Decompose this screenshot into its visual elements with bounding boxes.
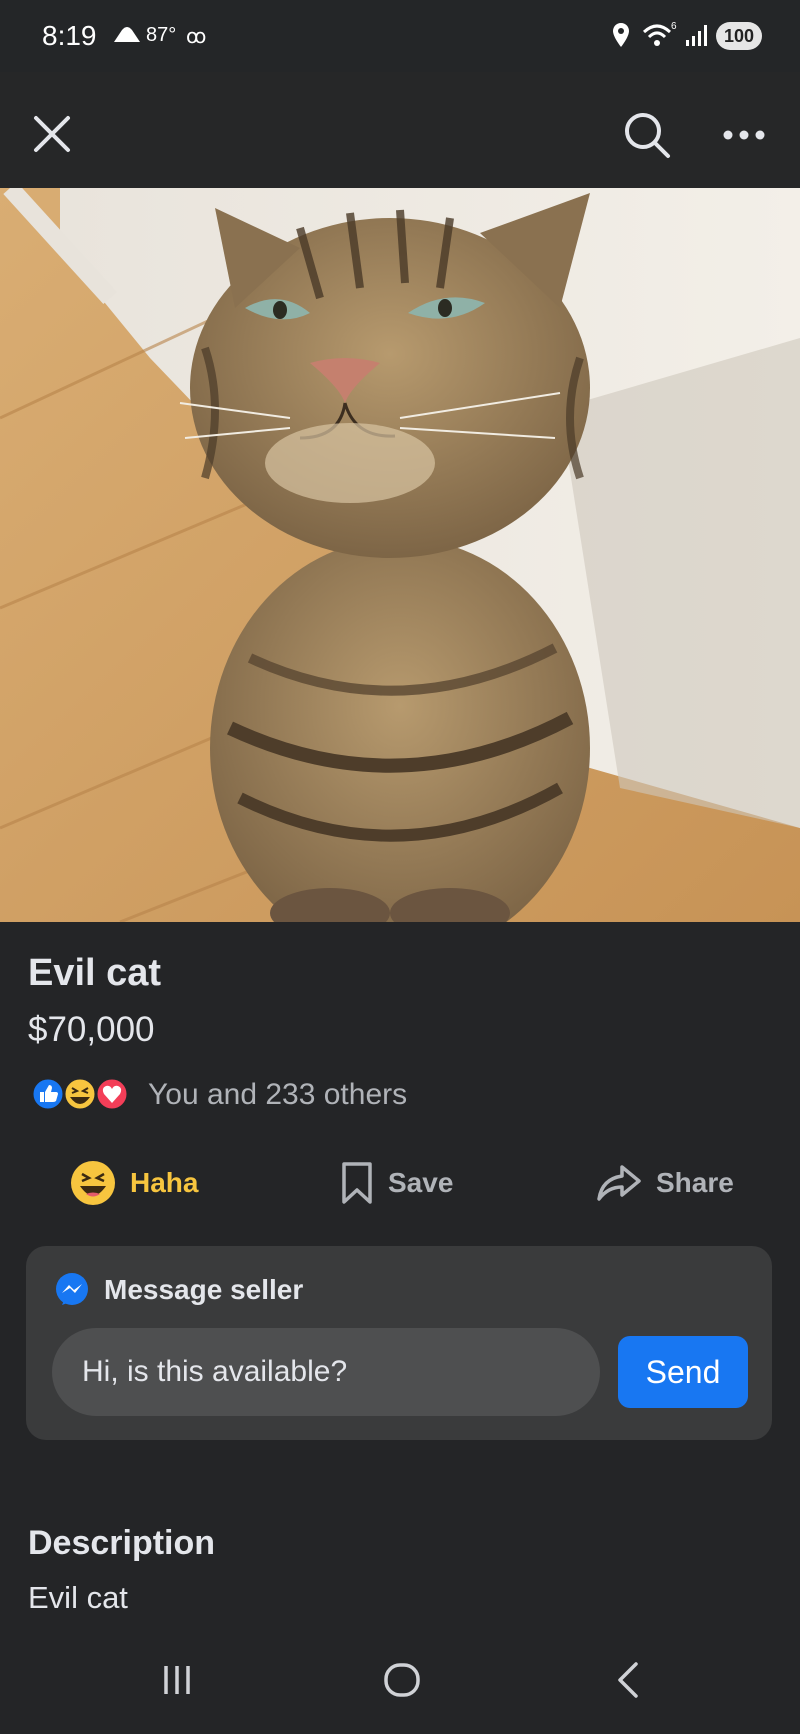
listing-price: $70,000 bbox=[28, 1010, 155, 1049]
send-button[interactable]: Send bbox=[618, 1336, 748, 1408]
share-icon bbox=[597, 1165, 641, 1201]
save-button[interactable]: Save bbox=[340, 1158, 453, 1208]
status-temperature: 87° bbox=[146, 24, 177, 46]
status-time: 8:19 bbox=[42, 20, 97, 51]
signal-icon bbox=[684, 22, 712, 53]
wifi-icon: 6 bbox=[640, 20, 678, 55]
top-bar bbox=[0, 72, 800, 188]
message-seller-card: Message seller Send bbox=[26, 1246, 772, 1440]
save-label: Save bbox=[388, 1167, 454, 1198]
description-body: Evil cat bbox=[28, 1580, 128, 1615]
recents-button[interactable] bbox=[160, 1662, 194, 1703]
status-bar: 8:19 87° ꝏ 6 100 bbox=[0, 0, 800, 72]
reaction-icons[interactable] bbox=[30, 1076, 140, 1112]
search-button[interactable] bbox=[622, 110, 672, 160]
description-heading: Description bbox=[28, 1524, 216, 1562]
wifi-badge: 6 bbox=[671, 21, 677, 32]
close-button[interactable] bbox=[30, 112, 74, 156]
like-icon bbox=[30, 1076, 66, 1112]
home-button[interactable] bbox=[382, 1662, 422, 1703]
back-button[interactable] bbox=[614, 1660, 642, 1705]
location-icon bbox=[612, 22, 630, 53]
reaction-count[interactable]: You and 233 others bbox=[148, 1078, 407, 1112]
love-icon bbox=[94, 1076, 130, 1112]
recents-icon bbox=[164, 1666, 190, 1694]
back-icon bbox=[618, 1662, 638, 1698]
close-icon bbox=[34, 116, 70, 152]
search-icon bbox=[625, 113, 670, 158]
battery-indicator: 100 bbox=[716, 22, 762, 50]
listing-photo[interactable] bbox=[0, 188, 800, 922]
share-label: Share bbox=[656, 1167, 734, 1198]
cloud-icon bbox=[112, 22, 142, 49]
home-icon bbox=[384, 1663, 420, 1697]
haha-icon bbox=[71, 1161, 115, 1205]
share-button[interactable]: Share bbox=[596, 1158, 734, 1208]
message-input[interactable] bbox=[52, 1328, 600, 1416]
haha-icon bbox=[62, 1076, 98, 1112]
haha-label: Haha bbox=[130, 1167, 199, 1198]
listing-title: Evil cat bbox=[28, 952, 162, 994]
more-options-button[interactable] bbox=[720, 120, 770, 150]
message-seller-title: Message seller bbox=[104, 1274, 304, 1305]
cat-photo-illustration bbox=[0, 188, 800, 922]
messenger-icon bbox=[56, 1273, 88, 1305]
more-icon bbox=[723, 130, 765, 140]
voicemail-icon: ꝏ bbox=[186, 26, 207, 48]
haha-reaction-button[interactable]: Haha bbox=[70, 1158, 198, 1208]
bookmark-icon bbox=[342, 1162, 372, 1204]
message-seller-header: Message seller bbox=[54, 1272, 303, 1308]
